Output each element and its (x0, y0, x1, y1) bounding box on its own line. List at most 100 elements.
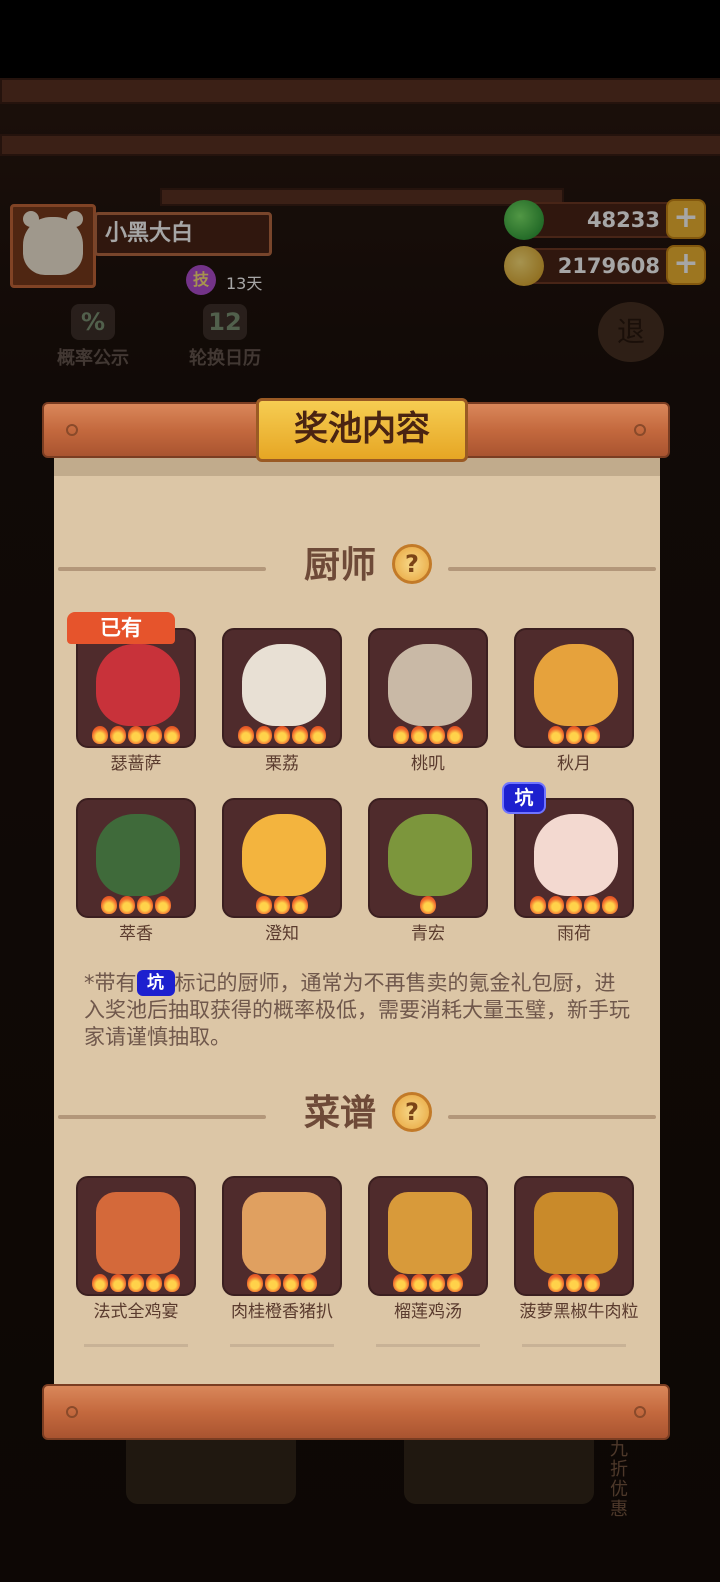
chef-portrait (242, 814, 326, 896)
chef-name: 萃香 (119, 924, 153, 944)
chef-name: 瑟蔷萨 (110, 754, 162, 774)
flame-icon (110, 1274, 126, 1292)
skill-badge-icon[interactable]: 技 (186, 265, 216, 295)
chef-card[interactable] (514, 798, 634, 918)
flame-icon (310, 726, 326, 744)
chef-name: 栗荔 (265, 754, 299, 774)
chef-portrait (388, 814, 472, 896)
chef-card[interactable] (368, 798, 488, 918)
rivet (66, 1406, 78, 1418)
rarity-flames (516, 1274, 632, 1292)
flame-icon (548, 1274, 564, 1292)
calendar-button[interactable]: 12 轮换日历 (182, 304, 268, 370)
player-name: 小黑大白 (94, 212, 272, 256)
flame-icon (420, 896, 436, 914)
roof-beam (0, 134, 720, 156)
chef-section-header: 厨师 ? (54, 542, 660, 592)
recipe-section-header: 菜谱 ? (54, 1090, 660, 1140)
discount-label: 九折优惠 (610, 1439, 628, 1520)
flame-icon (92, 1274, 108, 1292)
recipe-image (388, 1192, 472, 1274)
flame-icon (292, 896, 308, 914)
avatar-face (23, 217, 83, 275)
flame-icon (566, 726, 582, 744)
rarity-flames (78, 896, 194, 914)
chef-card[interactable] (222, 628, 342, 748)
recipe-name: 榴莲鸡汤 (394, 1302, 462, 1322)
scroll-roller-bottom (42, 1384, 670, 1440)
flame-icon (283, 1274, 299, 1292)
add-jade-button[interactable]: + (666, 199, 706, 239)
calendar-icon: 12 (203, 304, 247, 340)
recipe-card[interactable] (368, 1176, 488, 1296)
flame-icon (602, 896, 618, 914)
flame-icon (584, 896, 600, 914)
chef-portrait (388, 644, 472, 726)
recipe-card[interactable] (222, 1176, 342, 1296)
note-keng-tag: 坑 (136, 970, 175, 996)
chef-card[interactable] (222, 798, 342, 918)
recipe-section-title: 菜谱 (303, 1093, 376, 1134)
rarity-flames (224, 1274, 340, 1292)
recipe-card[interactable] (514, 1176, 634, 1296)
recipe-name: 法式全鸡宴 (93, 1302, 179, 1322)
recipe-name: 肉桂橙香猪扒 (231, 1302, 333, 1322)
flame-icon (238, 726, 254, 744)
rarity-flames (224, 726, 340, 744)
rivet (634, 1406, 646, 1418)
jade-currency: 48233 + (504, 199, 706, 240)
flame-icon (101, 896, 117, 914)
chef-card[interactable] (76, 628, 196, 748)
badge-days: 13天 (226, 274, 263, 293)
recipe-help-button[interactable]: ? (392, 1092, 432, 1132)
chef-portrait (534, 644, 618, 726)
flame-icon (92, 726, 108, 744)
exit-button[interactable]: 退 (598, 302, 664, 362)
divider (58, 567, 266, 571)
probability-button[interactable]: % 概率公示 (50, 304, 136, 370)
chef-card[interactable] (76, 798, 196, 918)
divider (376, 1344, 480, 1347)
recipe-card[interactable] (76, 1176, 196, 1296)
flame-icon (146, 1274, 162, 1292)
chef-help-button[interactable]: ? (392, 544, 432, 584)
flame-icon (164, 1274, 180, 1292)
panel-title: 奖池内容 (256, 398, 468, 462)
flame-icon (128, 726, 144, 744)
flame-icon (447, 1274, 463, 1292)
rarity-flames (224, 896, 340, 914)
rarity-flames (78, 726, 194, 744)
flame-icon (119, 896, 135, 914)
chef-name: 澄知 (265, 924, 299, 944)
flame-icon (301, 1274, 317, 1292)
note-prefix: *带有 (84, 971, 137, 995)
rarity-flames (370, 726, 486, 744)
avatar[interactable] (10, 204, 96, 288)
probability-label: 概率公示 (57, 348, 129, 369)
keng-tag: 坑 (502, 782, 546, 814)
flame-icon (256, 726, 272, 744)
flame-icon (566, 896, 582, 914)
coin-currency: 2179608 + (504, 245, 706, 286)
flame-icon (146, 726, 162, 744)
flame-icon (429, 726, 445, 744)
chef-name: 桃叽 (411, 754, 445, 774)
flame-icon (530, 896, 546, 914)
flame-icon (584, 726, 600, 744)
add-coin-button[interactable]: + (666, 245, 706, 285)
chef-name: 雨荷 (557, 924, 591, 944)
rarity-flames (370, 896, 486, 914)
divider (230, 1344, 334, 1347)
calendar-label: 轮换日历 (189, 348, 261, 369)
chef-card[interactable] (514, 628, 634, 748)
coin-icon (504, 246, 544, 286)
flame-icon (137, 896, 153, 914)
chef-portrait (96, 814, 180, 896)
percent-icon: % (71, 304, 115, 340)
rivet (66, 424, 78, 436)
flame-icon (164, 726, 180, 744)
chef-card[interactable] (368, 628, 488, 748)
recipe-image (96, 1192, 180, 1274)
owned-tag: 已有 (67, 612, 175, 644)
flame-icon (256, 896, 272, 914)
